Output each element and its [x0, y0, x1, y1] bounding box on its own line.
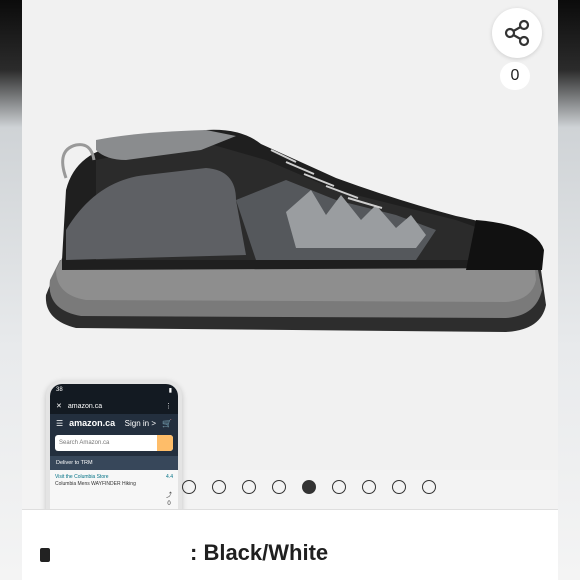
color-bullet [40, 548, 50, 562]
phone-rating: 4.4 [166, 474, 173, 480]
phone-url-bar: ✕ amazon.ca ⋮ [50, 398, 178, 414]
phone-search-placeholder: Search Amazon.ca [59, 440, 110, 446]
phone-sign-in: Sign in > [124, 418, 157, 428]
share-button[interactable] [492, 8, 542, 58]
phone-status-bar: 38 ▮ [50, 384, 178, 398]
phone-url: amazon.ca [67, 402, 103, 410]
phone-share: ⤴ 0 [166, 492, 172, 508]
close-icon: ✕ [56, 403, 62, 410]
blurred-background-left [0, 0, 22, 580]
phone-deliver: Deliver to TRM [50, 456, 178, 470]
gallery-dot[interactable] [362, 480, 376, 494]
phone-status-time: 38 [56, 387, 63, 393]
blurred-background-right [558, 0, 580, 580]
more-icon: ⋮ [165, 403, 172, 410]
share-icon: ⤴ [165, 493, 172, 499]
cart-icon: 🛒 [162, 418, 172, 428]
gallery-dot[interactable] [212, 480, 226, 494]
color-label: : Black/White [190, 540, 329, 565]
gallery-dot[interactable] [332, 480, 346, 494]
phone-amazon-nav: ☰ amazon.ca Sign in > 🛒 [50, 414, 178, 432]
gallery-dot[interactable] [182, 480, 196, 494]
phone-store-link: Visit the Columbia Store [55, 474, 109, 480]
gallery-dot[interactable] [272, 480, 286, 494]
gallery-dot[interactable] [392, 480, 406, 494]
gallery-dot[interactable] [242, 480, 256, 494]
amazon-logo: amazon.ca [69, 418, 116, 428]
gallery-dot[interactable] [422, 480, 436, 494]
menu-icon: ☰ [56, 418, 64, 428]
gallery-dot-active[interactable] [302, 480, 316, 494]
phone-store-row: Visit the Columbia Store 4.4 [50, 470, 178, 480]
phone-share-count: 0 [167, 501, 171, 507]
gallery-pagination [182, 480, 436, 496]
listing-card: 0 38 ▮ ✕ amazon.ca ⋮ ☰ amazon.ca Sign in… [22, 0, 558, 580]
share-icon [504, 19, 530, 47]
share-count: 0 [500, 62, 530, 90]
phone-search: Search Amazon.ca [50, 432, 178, 456]
battery-icon: ▮ [168, 388, 172, 394]
search-icon [157, 435, 173, 451]
phone-product-title: Columbia Mens WAYFINDER Hiking [55, 481, 136, 487]
shoe-image [45, 129, 546, 332]
